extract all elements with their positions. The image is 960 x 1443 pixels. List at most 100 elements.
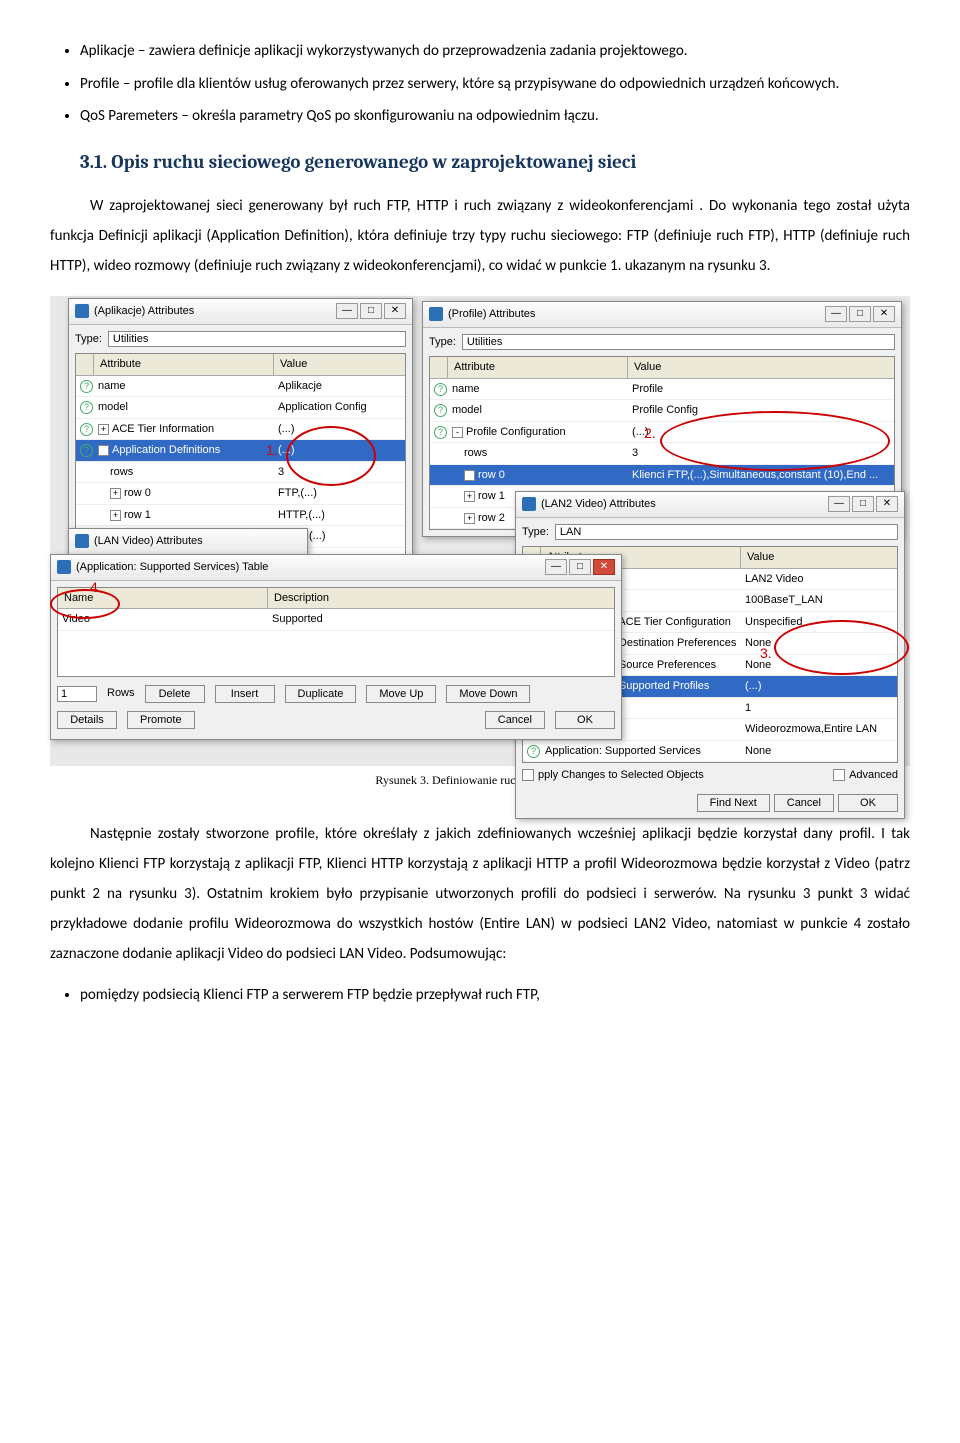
attr-value: Profile Config xyxy=(628,400,894,421)
expand-icon[interactable]: + xyxy=(464,491,475,502)
bullet-item: Aplikacje – zawiera definicje aplikacji … xyxy=(80,40,910,63)
figure-3: (Aplikacje) Attributes —□✕ Type: Attribu… xyxy=(50,296,910,766)
attr-value: Application Config xyxy=(274,397,405,418)
expand-icon[interactable]: + xyxy=(110,488,121,499)
minimize-icon[interactable]: — xyxy=(545,559,567,575)
bullet-item: QoS Paremeters – określa parametry QoS p… xyxy=(80,105,910,128)
attr-name: row 0 xyxy=(478,469,505,481)
type-label: Type: xyxy=(522,524,549,541)
type-input[interactable] xyxy=(108,331,406,347)
app-icon xyxy=(75,534,89,548)
expand-icon[interactable]: + xyxy=(98,424,109,435)
type-label: Type: xyxy=(429,334,456,351)
app-icon xyxy=(522,497,536,511)
help-icon: ? xyxy=(434,426,447,439)
attr-value: FTP,(...) xyxy=(274,483,405,504)
checkbox[interactable] xyxy=(522,769,534,781)
expand-icon[interactable]: - xyxy=(98,445,109,456)
titlebar[interactable]: (Profile) Attributes —□✕ xyxy=(423,302,901,328)
help-icon: ? xyxy=(527,745,540,758)
titlebar[interactable]: (LAN2 Video) Attributes —□✕ xyxy=(516,492,904,518)
app-icon xyxy=(75,304,89,318)
type-input[interactable] xyxy=(462,334,895,350)
advanced-label: Advanced xyxy=(849,767,898,784)
col-attribute: Attribute xyxy=(94,354,274,375)
attribute-row[interactable]: ?nameProfile xyxy=(430,379,894,401)
titlebar[interactable]: (Aplikacje) Attributes —□✕ xyxy=(69,299,412,325)
col-value: Value xyxy=(628,357,894,378)
attribute-row[interactable]: +row 0 Klienci FTP,(...),Simultaneous,con… xyxy=(430,465,894,487)
close-icon[interactable]: ✕ xyxy=(873,306,895,322)
attribute-row[interactable]: +row 1HTTP,(...) xyxy=(76,505,405,527)
col-value: Value xyxy=(274,354,405,375)
attribute-row[interactable]: rows3 xyxy=(76,462,405,484)
attr-name: row 0 xyxy=(124,487,151,499)
type-input[interactable] xyxy=(555,524,898,540)
maximize-icon[interactable]: □ xyxy=(849,306,871,322)
minimize-icon[interactable]: — xyxy=(828,496,850,512)
attr-value: Unspecified xyxy=(741,612,897,633)
close-icon[interactable]: ✕ xyxy=(876,496,898,512)
attribute-row[interactable]: ?nameAplikacje xyxy=(76,376,405,398)
attr-value: 3 xyxy=(628,443,894,464)
minimize-icon[interactable]: — xyxy=(825,306,847,322)
attribute-row[interactable]: ?Application: Supported ServicesNone xyxy=(523,741,897,763)
move-down-button[interactable]: Move Down xyxy=(446,685,530,703)
attribute-row[interactable]: ?modelProfile Config xyxy=(430,400,894,422)
col-value: Value xyxy=(741,547,897,568)
app-icon xyxy=(57,560,71,574)
cancel-button[interactable]: Cancel xyxy=(774,794,834,812)
duplicate-button[interactable]: Duplicate xyxy=(285,685,357,703)
minimize-icon[interactable]: — xyxy=(336,303,358,319)
insert-button[interactable]: Insert xyxy=(215,685,275,703)
bullet-list: pomiędzy podsiecią Klienci FTP a serwere… xyxy=(80,984,910,1007)
delete-button[interactable]: Delete xyxy=(145,685,205,703)
attribute-row[interactable]: rows3 xyxy=(430,443,894,465)
maximize-icon[interactable]: □ xyxy=(360,303,382,319)
attr-name: ACE Tier Information xyxy=(112,423,214,435)
attr-value: LAN2 Video xyxy=(741,569,897,590)
attribute-row[interactable]: ?modelApplication Config xyxy=(76,397,405,419)
attribute-row[interactable]: +row 0 FTP,(...) xyxy=(76,483,405,505)
paragraph: W zaprojektowanej sieci generowany był r… xyxy=(50,191,910,281)
expand-icon[interactable]: + xyxy=(464,470,475,481)
title-text: (Aplikacje) Attributes xyxy=(94,303,194,320)
paragraph: Następnie zostały stworzone profile, któ… xyxy=(50,819,910,969)
maximize-icon[interactable]: □ xyxy=(569,559,591,575)
close-icon[interactable]: ✕ xyxy=(384,303,406,319)
attr-value: Profile xyxy=(628,379,894,400)
rows-input[interactable] xyxy=(57,686,97,702)
cancel-button[interactable]: Cancel xyxy=(485,711,545,729)
expand-icon[interactable]: + xyxy=(110,510,121,521)
title-text: (LAN Video) Attributes xyxy=(94,533,203,550)
expand-icon[interactable]: + xyxy=(464,513,475,524)
attr-name: Application Definitions xyxy=(112,444,220,456)
details-button[interactable]: Details xyxy=(57,711,117,729)
titlebar[interactable]: (Application: Supported Services) Table … xyxy=(51,555,621,581)
attribute-row[interactable]: ?-Profile Configuration(...) xyxy=(430,422,894,444)
find-next-button[interactable]: Find Next xyxy=(697,794,770,812)
expand-icon[interactable]: - xyxy=(452,427,463,438)
attr-value: HTTP,(...) xyxy=(274,505,405,526)
table-row[interactable]: VideoSupported xyxy=(58,609,614,631)
window-services-table: (Application: Supported Services) Table … xyxy=(50,554,622,740)
attr-value: Wideorozmowa,Entire LAN xyxy=(741,719,897,740)
attr-value: (...) xyxy=(741,676,897,697)
attribute-row[interactable]: ?+ACE Tier Information(...) xyxy=(76,419,405,441)
move-up-button[interactable]: Move Up xyxy=(366,685,436,703)
attr-name: model xyxy=(98,401,128,413)
attr-name: name xyxy=(452,383,480,395)
attr-value: Klienci FTP,(...),Simultaneous,constant … xyxy=(628,465,894,486)
attr-value: None xyxy=(741,633,897,654)
close-icon[interactable]: ✕ xyxy=(593,559,615,575)
ok-button[interactable]: OK xyxy=(838,794,898,812)
attribute-row[interactable]: ?-Application Definitions(...) xyxy=(76,440,405,462)
ok-button[interactable]: OK xyxy=(555,711,615,729)
bullet-list: Aplikacje – zawiera definicje aplikacji … xyxy=(80,40,910,128)
promote-button[interactable]: Promote xyxy=(127,711,195,729)
titlebar[interactable]: (LAN Video) Attributes xyxy=(69,529,307,555)
attr-value: 1 xyxy=(741,698,897,719)
maximize-icon[interactable]: □ xyxy=(852,496,874,512)
attr-name: row 2 xyxy=(478,512,505,524)
checkbox[interactable] xyxy=(833,769,845,781)
